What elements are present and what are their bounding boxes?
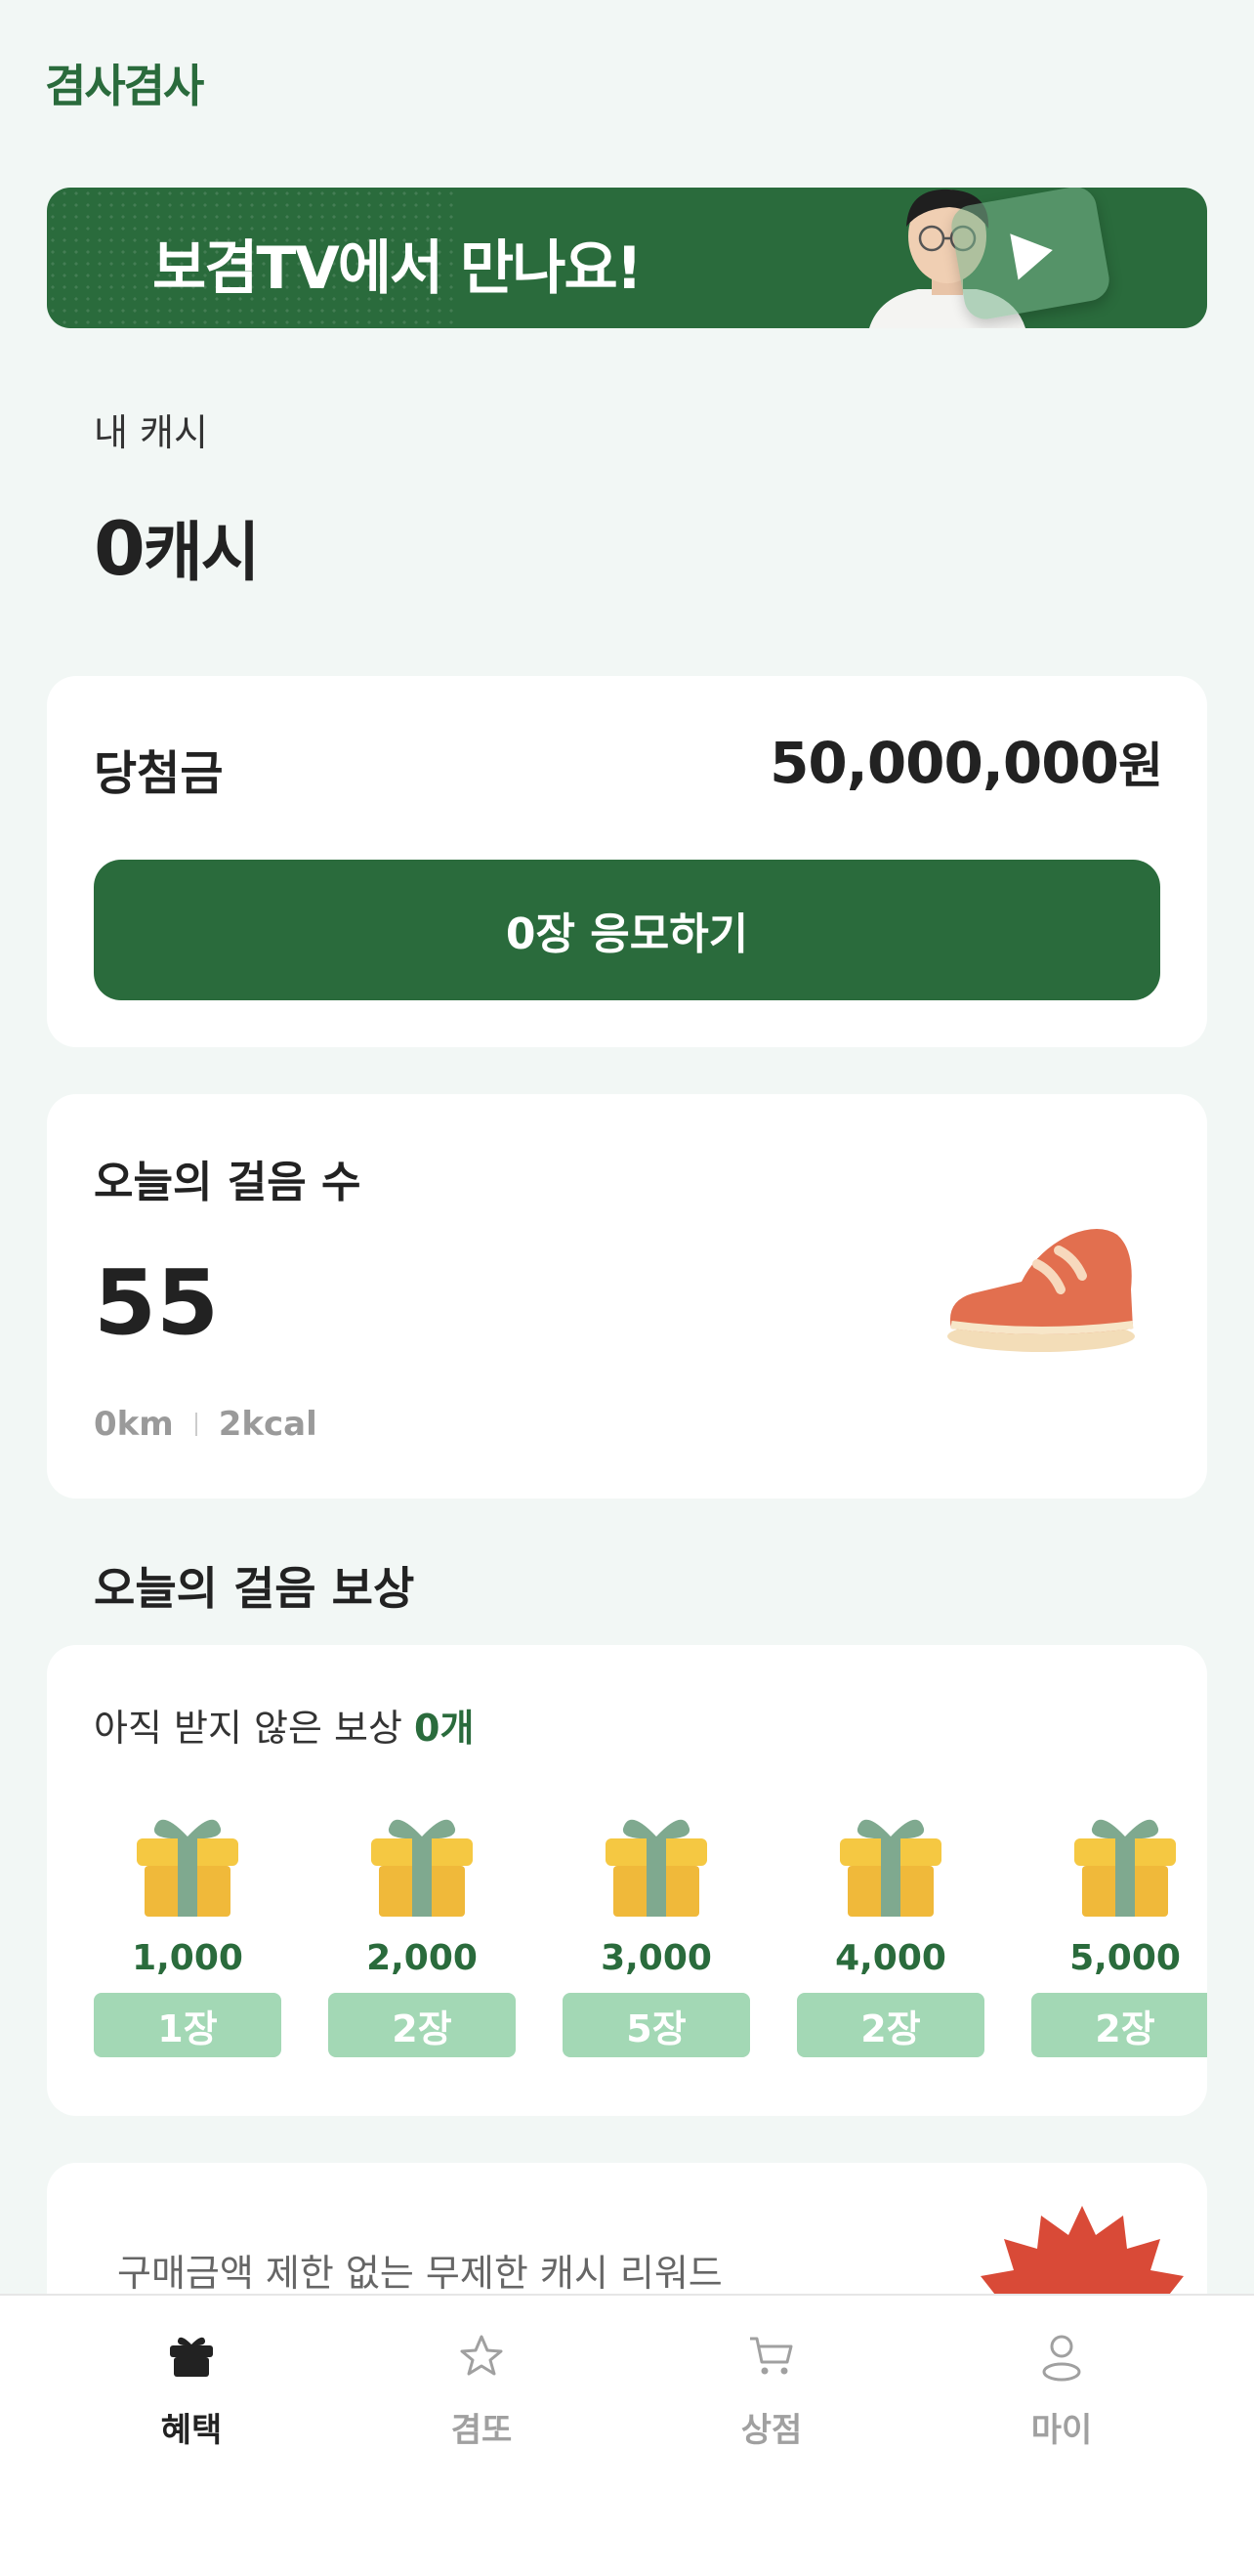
steps-distance: 0km xyxy=(94,1405,174,1444)
gift-box-icon xyxy=(371,1819,473,1917)
pending-label: 아직 받지 않은 보상 xyxy=(94,1707,402,1750)
sneaker-icon xyxy=(947,1229,1135,1352)
reward-steps: 5,000 xyxy=(1069,1938,1181,1978)
person-icon xyxy=(1042,2335,1081,2382)
prize-number: 50,000,000 xyxy=(770,730,1119,796)
promo-banner[interactable]: 보겸TV에서 만나요! xyxy=(47,188,1207,328)
reward-item[interactable]: 5,000 2장 xyxy=(1031,1813,1207,2077)
banner-title: 보겸TV에서 만나요! xyxy=(152,234,643,303)
reward-ticket-badge: 2장 xyxy=(328,1993,516,2057)
gift-box-icon xyxy=(1074,1819,1176,1917)
steps-calories: 2kcal xyxy=(218,1405,317,1444)
pending-reward-text: 아직 받지 않은 보상 0개 xyxy=(94,1698,474,1752)
reward-steps: 3,000 xyxy=(601,1938,712,1978)
tab-benefits[interactable]: 혜택 xyxy=(94,2331,289,2450)
tab-label: 혜택 xyxy=(160,2411,223,2450)
tab-label: 겸또 xyxy=(450,2411,513,2450)
prize-amount: 50,000,000원 xyxy=(770,727,1163,797)
gift-box-icon xyxy=(606,1819,707,1917)
cart-icon xyxy=(750,2337,793,2375)
steps-meta: 0km 2kcal xyxy=(94,1405,317,1444)
my-cash-label: 내 캐시 xyxy=(94,411,208,454)
reward-ticket-badge: 1장 xyxy=(94,1993,281,2057)
reward-card: 아직 받지 않은 보상 0개 1,000 1장 2,000 2장 3,000 5… xyxy=(47,1645,1207,2116)
app-logo: 겸사겸사 xyxy=(45,60,204,112)
steps-title: 오늘의 걸음 수 xyxy=(94,1158,361,1207)
prize-currency: 원 xyxy=(1118,738,1163,794)
steps-card[interactable]: 오늘의 걸음 수 55 0km 2kcal xyxy=(47,1094,1207,1499)
tab-lottery[interactable]: 겸또 xyxy=(384,2331,579,2450)
my-cash-value: 0캐시 xyxy=(94,500,260,594)
reward-item[interactable]: 1,000 1장 xyxy=(94,1813,281,2077)
gift-box-icon xyxy=(137,1819,238,1917)
prize-card: 당첨금 50,000,000원 0장 응모하기 xyxy=(47,676,1207,1047)
reward-ticket-badge: 2장 xyxy=(797,1993,984,2057)
prize-label: 당첨금 xyxy=(94,746,224,801)
reward-section-title: 오늘의 걸음 보상 xyxy=(94,1562,415,1615)
meta-divider xyxy=(194,1413,197,1436)
reward-steps: 1,000 xyxy=(132,1938,243,1978)
gift-box-icon xyxy=(840,1819,941,1917)
reward-steps: 4,000 xyxy=(835,1938,946,1978)
tab-label: 상점 xyxy=(740,2411,803,2450)
play-icon xyxy=(947,188,1113,323)
promo-text: 구매금액 제한 없는 무제한 캐시 리워드 xyxy=(117,2252,723,2295)
apply-button[interactable]: 0장 응모하기 xyxy=(94,860,1160,1000)
cash-unit: 캐시 xyxy=(143,515,260,590)
star-icon xyxy=(460,2335,503,2376)
tab-my[interactable]: 마이 xyxy=(964,2331,1159,2450)
reward-ticket-badge: 2장 xyxy=(1031,1993,1207,2057)
reward-item[interactable]: 2,000 2장 xyxy=(328,1813,516,2077)
reward-steps: 2,000 xyxy=(366,1938,478,1978)
reward-item[interactable]: 3,000 5장 xyxy=(563,1813,750,2077)
steps-count: 55 xyxy=(94,1250,220,1355)
tab-shop[interactable]: 상점 xyxy=(674,2331,869,2450)
reward-item[interactable]: 4,000 2장 xyxy=(797,1813,984,2077)
bottom-tab-bar: 혜택 겸또 상점 마이 xyxy=(0,2294,1254,2576)
reward-ticket-badge: 5장 xyxy=(563,1993,750,2057)
cash-amount: 0 xyxy=(94,505,146,592)
gift-icon xyxy=(170,2337,213,2377)
pending-count: 0개 xyxy=(414,1707,475,1750)
tab-label: 마이 xyxy=(1030,2411,1093,2450)
